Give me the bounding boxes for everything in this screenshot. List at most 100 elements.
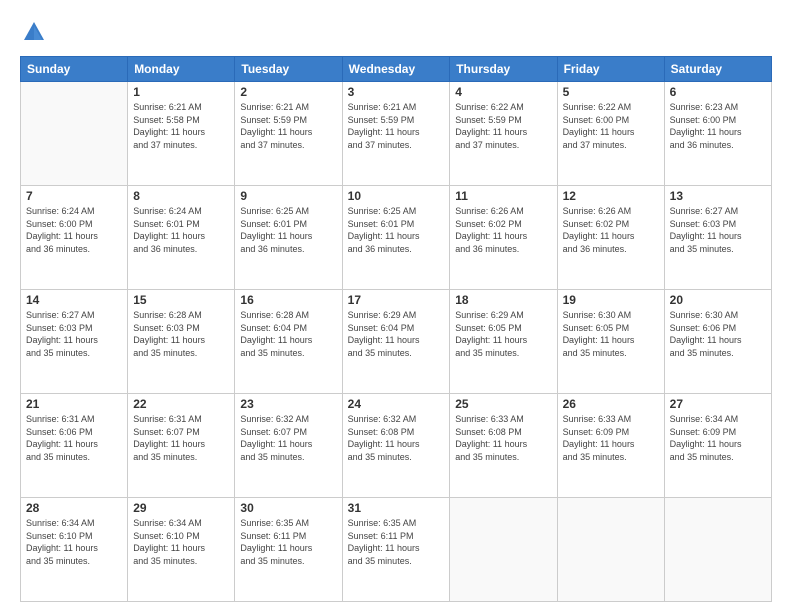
day-info: Sunrise: 6:33 AM Sunset: 6:09 PM Dayligh… [563, 413, 659, 463]
calendar-cell: 18 Sunrise: 6:29 AM Sunset: 6:05 PM Dayli… [450, 290, 557, 394]
calendar-cell [664, 498, 771, 602]
day-info: Sunrise: 6:26 AM Sunset: 6:02 PM Dayligh… [455, 205, 551, 255]
calendar-cell: 30Sunrise: 6:35 AM Sunset: 6:11 PM Dayli… [235, 498, 342, 602]
day-info: Sunrise: 6:32 AM Sunset: 6:08 PM Dayligh… [348, 413, 445, 463]
day-info: Sunrise: 6:35 AM Sunset: 6:11 PM Dayligh… [348, 517, 445, 567]
day-number: 28 [26, 501, 122, 515]
day-number: 21 [26, 397, 122, 411]
day-info: Sunrise: 6:32 AM Sunset: 6:07 PM Dayligh… [240, 413, 336, 463]
calendar-cell: 25 Sunrise: 6:33 AM Sunset: 6:08 PM Dayli… [450, 394, 557, 498]
day-number: 25 [455, 397, 551, 411]
day-info: Sunrise: 6:25 AM Sunset: 6:01 PM Dayligh… [240, 205, 336, 255]
day-number: 26 [563, 397, 659, 411]
calendar-cell: 3 Sunrise: 6:21 AM Sunset: 5:59 PM Daylig… [342, 82, 450, 186]
day-number: 17 [348, 293, 445, 307]
calendar-cell: 15 Sunrise: 6:28 AM Sunset: 6:03 PM Dayli… [128, 290, 235, 394]
day-info: Sunrise: 6:31 AM Sunset: 6:06 PM Dayligh… [26, 413, 122, 463]
day-number: 11 [455, 189, 551, 203]
logo [20, 18, 52, 46]
day-info: Sunrise: 6:22 AM Sunset: 6:00 PM Dayligh… [563, 101, 659, 151]
day-info: Sunrise: 6:28 AM Sunset: 6:04 PM Dayligh… [240, 309, 336, 359]
calendar-cell: 23 Sunrise: 6:32 AM Sunset: 6:07 PM Dayli… [235, 394, 342, 498]
day-info: Sunrise: 6:24 AM Sunset: 6:01 PM Dayligh… [133, 205, 229, 255]
day-info: Sunrise: 6:28 AM Sunset: 6:03 PM Dayligh… [133, 309, 229, 359]
day-number: 3 [348, 85, 445, 99]
day-info: Sunrise: 6:29 AM Sunset: 6:05 PM Dayligh… [455, 309, 551, 359]
day-number: 12 [563, 189, 659, 203]
day-info: Sunrise: 6:30 AM Sunset: 6:05 PM Dayligh… [563, 309, 659, 359]
calendar-cell: 8 Sunrise: 6:24 AM Sunset: 6:01 PM Daylig… [128, 186, 235, 290]
day-info: Sunrise: 6:25 AM Sunset: 6:01 PM Dayligh… [348, 205, 445, 255]
day-info: Sunrise: 6:21 AM Sunset: 5:59 PM Dayligh… [240, 101, 336, 151]
day-number: 24 [348, 397, 445, 411]
calendar-cell: 16 Sunrise: 6:28 AM Sunset: 6:04 PM Dayli… [235, 290, 342, 394]
day-number: 5 [563, 85, 659, 99]
calendar-cell: 7Sunrise: 6:24 AM Sunset: 6:00 PM Daylig… [21, 186, 128, 290]
weekday-header-saturday: Saturday [664, 57, 771, 82]
weekday-header-thursday: Thursday [450, 57, 557, 82]
calendar-cell: 5 Sunrise: 6:22 AM Sunset: 6:00 PM Daylig… [557, 82, 664, 186]
day-number: 15 [133, 293, 229, 307]
day-number: 4 [455, 85, 551, 99]
day-number: 8 [133, 189, 229, 203]
calendar-cell: 20 Sunrise: 6:30 AM Sunset: 6:06 PM Dayli… [664, 290, 771, 394]
day-info: Sunrise: 6:27 AM Sunset: 6:03 PM Dayligh… [670, 205, 766, 255]
day-number: 2 [240, 85, 336, 99]
calendar-cell: 6 Sunrise: 6:23 AM Sunset: 6:00 PM Daylig… [664, 82, 771, 186]
calendar-cell: 9Sunrise: 6:25 AM Sunset: 6:01 PM Daylig… [235, 186, 342, 290]
week-row-1: 1 Sunrise: 6:21 AM Sunset: 5:58 PM Daylig… [21, 82, 772, 186]
day-number: 22 [133, 397, 229, 411]
weekday-header-monday: Monday [128, 57, 235, 82]
page: SundayMondayTuesdayWednesdayThursdayFrid… [0, 0, 792, 612]
day-number: 14 [26, 293, 122, 307]
day-info: Sunrise: 6:29 AM Sunset: 6:04 PM Dayligh… [348, 309, 445, 359]
calendar-table: SundayMondayTuesdayWednesdayThursdayFrid… [20, 56, 772, 602]
day-number: 23 [240, 397, 336, 411]
day-number: 29 [133, 501, 229, 515]
day-info: Sunrise: 6:34 AM Sunset: 6:10 PM Dayligh… [26, 517, 122, 567]
day-info: Sunrise: 6:33 AM Sunset: 6:08 PM Dayligh… [455, 413, 551, 463]
week-row-5: 28 Sunrise: 6:34 AM Sunset: 6:10 PM Dayli… [21, 498, 772, 602]
calendar-cell: 29 Sunrise: 6:34 AM Sunset: 6:10 PM Dayli… [128, 498, 235, 602]
weekday-header-friday: Friday [557, 57, 664, 82]
day-info: Sunrise: 6:31 AM Sunset: 6:07 PM Dayligh… [133, 413, 229, 463]
calendar-cell: 28 Sunrise: 6:34 AM Sunset: 6:10 PM Dayli… [21, 498, 128, 602]
day-info: Sunrise: 6:35 AM Sunset: 6:11 PM Dayligh… [240, 517, 336, 567]
day-info: Sunrise: 6:23 AM Sunset: 6:00 PM Dayligh… [670, 101, 766, 151]
day-number: 1 [133, 85, 229, 99]
calendar-cell: 13Sunrise: 6:27 AM Sunset: 6:03 PM Dayli… [664, 186, 771, 290]
weekday-header-sunday: Sunday [21, 57, 128, 82]
calendar-cell: 2 Sunrise: 6:21 AM Sunset: 5:59 PM Daylig… [235, 82, 342, 186]
calendar-cell: 21 Sunrise: 6:31 AM Sunset: 6:06 PM Dayli… [21, 394, 128, 498]
calendar-cell: 12 Sunrise: 6:26 AM Sunset: 6:02 PM Dayli… [557, 186, 664, 290]
day-number: 6 [670, 85, 766, 99]
calendar-cell: 31 Sunrise: 6:35 AM Sunset: 6:11 PM Dayli… [342, 498, 450, 602]
calendar-cell: 17 Sunrise: 6:29 AM Sunset: 6:04 PM Dayli… [342, 290, 450, 394]
day-info: Sunrise: 6:34 AM Sunset: 6:09 PM Dayligh… [670, 413, 766, 463]
day-number: 27 [670, 397, 766, 411]
logo-icon [20, 18, 48, 46]
day-number: 20 [670, 293, 766, 307]
day-info: Sunrise: 6:21 AM Sunset: 5:59 PM Dayligh… [348, 101, 445, 151]
day-info: Sunrise: 6:30 AM Sunset: 6:06 PM Dayligh… [670, 309, 766, 359]
calendar-cell: 26 Sunrise: 6:33 AM Sunset: 6:09 PM Dayli… [557, 394, 664, 498]
day-number: 31 [348, 501, 445, 515]
day-info: Sunrise: 6:21 AM Sunset: 5:58 PM Dayligh… [133, 101, 229, 151]
calendar-cell: 24 Sunrise: 6:32 AM Sunset: 6:08 PM Dayli… [342, 394, 450, 498]
day-info: Sunrise: 6:27 AM Sunset: 6:03 PM Dayligh… [26, 309, 122, 359]
calendar-cell: 11 Sunrise: 6:26 AM Sunset: 6:02 PM Dayli… [450, 186, 557, 290]
week-row-2: 7Sunrise: 6:24 AM Sunset: 6:00 PM Daylig… [21, 186, 772, 290]
weekday-header-wednesday: Wednesday [342, 57, 450, 82]
day-number: 16 [240, 293, 336, 307]
calendar-cell: 10 Sunrise: 6:25 AM Sunset: 6:01 PM Dayli… [342, 186, 450, 290]
day-info: Sunrise: 6:26 AM Sunset: 6:02 PM Dayligh… [563, 205, 659, 255]
header [20, 18, 772, 46]
day-number: 18 [455, 293, 551, 307]
weekday-header-row: SundayMondayTuesdayWednesdayThursdayFrid… [21, 57, 772, 82]
day-number: 10 [348, 189, 445, 203]
calendar-cell: 4Sunrise: 6:22 AM Sunset: 5:59 PM Daylig… [450, 82, 557, 186]
day-info: Sunrise: 6:34 AM Sunset: 6:10 PM Dayligh… [133, 517, 229, 567]
weekday-header-tuesday: Tuesday [235, 57, 342, 82]
calendar-cell: 27 Sunrise: 6:34 AM Sunset: 6:09 PM Dayli… [664, 394, 771, 498]
calendar-cell: 14 Sunrise: 6:27 AM Sunset: 6:03 PM Dayli… [21, 290, 128, 394]
